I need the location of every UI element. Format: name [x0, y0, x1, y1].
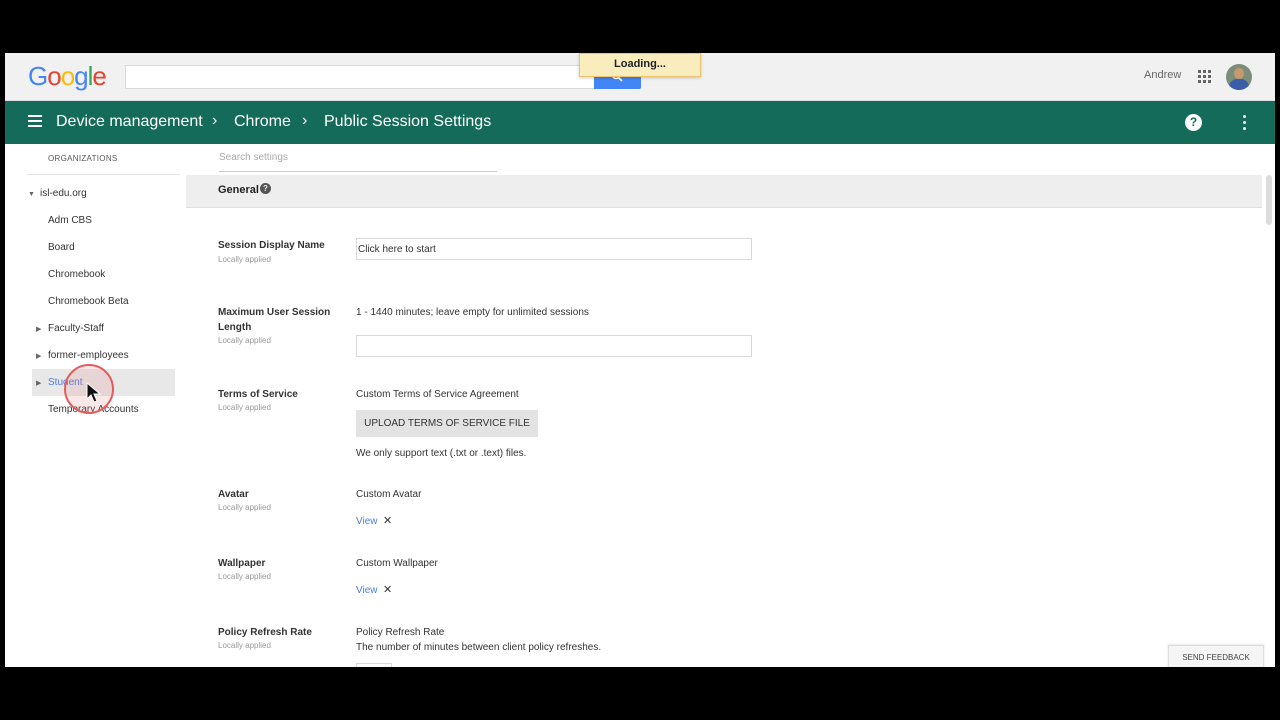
breadcrumb-device-management[interactable]: Device management [56, 113, 203, 131]
logo-letter: e [92, 61, 107, 91]
apps-grid-icon[interactable] [1198, 70, 1212, 84]
chevron-right-icon: › [212, 112, 218, 129]
max-session-hint: 1 - 1440 minutes; leave empty for unlimi… [356, 307, 589, 318]
logo-letter: o [60, 61, 76, 91]
breadcrumb-current-page: Public Session Settings [324, 113, 492, 130]
wallpaper-view-link[interactable]: View [356, 585, 378, 596]
expand-arrow-icon[interactable]: ▶ [36, 379, 41, 387]
expand-arrow-icon[interactable]: ▶ [36, 325, 41, 333]
setting-status: Locally applied [218, 255, 271, 264]
refresh-heading: Policy Refresh Rate [356, 627, 445, 638]
wallpaper-heading: Custom Wallpaper [356, 558, 438, 569]
logo-letter: o [47, 61, 62, 91]
mouse-cursor-icon [86, 382, 102, 403]
org-item-chromebook[interactable]: Chromebook [48, 269, 105, 280]
upload-terms-button[interactable]: UPLOAD TERMS OF SERVICE FILE [356, 410, 538, 437]
setting-status: Locally applied [218, 503, 271, 512]
search-input[interactable] [125, 65, 595, 89]
logo-letter: G [28, 61, 48, 91]
general-section-header: General ? [186, 175, 1262, 208]
avatar-heading: Custom Avatar [356, 489, 422, 500]
logo-letter: g [74, 61, 89, 91]
org-item-board[interactable]: Board [48, 242, 75, 253]
app-header: Device management › Chrome › Public Sess… [5, 101, 1275, 144]
chevron-right-icon: › [302, 112, 308, 129]
refresh-description: The number of minutes between client pol… [356, 642, 602, 653]
setting-label-refresh: Policy Refresh Rate [218, 627, 312, 638]
setting-label-wallpaper: Wallpaper [218, 558, 266, 569]
help-icon[interactable]: ? [260, 183, 271, 194]
setting-status: Locally applied [218, 572, 271, 581]
setting-status: Locally applied [218, 641, 271, 650]
expand-arrow-icon[interactable]: ▼ [28, 191, 35, 198]
organizations-heading: ORGANIZATIONS [48, 154, 118, 163]
setting-status: Locally applied [218, 403, 271, 412]
max-session-field[interactable] [356, 335, 752, 357]
settings-search-input[interactable]: Search settings [219, 151, 497, 172]
more-vert-icon[interactable] [1242, 115, 1246, 131]
browser-page: Google Loading... Andrew Device manageme… [5, 53, 1275, 667]
avatar-view-link[interactable]: View [356, 516, 378, 527]
google-logo[interactable]: Google [28, 61, 107, 92]
terms-heading: Custom Terms of Service Agreement [356, 389, 519, 400]
divider [27, 174, 180, 175]
loading-notice: Loading... [579, 53, 701, 77]
section-title: General [218, 184, 259, 196]
menu-icon[interactable] [28, 115, 42, 127]
scrollbar[interactable] [1266, 175, 1272, 225]
google-bar: Google Loading... Andrew [5, 53, 1275, 101]
display-name-field[interactable]: Click here to start [356, 238, 752, 260]
org-item-isl-edu[interactable]: isl-edu.org [40, 188, 87, 199]
org-item-chromebook-beta[interactable]: Chromebook Beta [48, 296, 129, 307]
setting-label-max-session: Maximum User Session Length [218, 307, 331, 333]
refresh-field[interactable] [356, 663, 392, 667]
help-icon[interactable]: ? [1185, 114, 1202, 131]
avatar[interactable] [1226, 64, 1252, 90]
expand-arrow-icon[interactable]: ▶ [36, 352, 41, 360]
close-icon[interactable]: ✕ [383, 514, 392, 527]
setting-label-avatar: Avatar [218, 489, 249, 500]
user-name[interactable]: Andrew [1144, 69, 1181, 81]
org-item-faculty-staff[interactable]: Faculty-Staff [48, 323, 104, 334]
setting-label-terms: Terms of Service [218, 389, 298, 400]
setting-label-display-name: Session Display Name [218, 240, 325, 251]
org-item-adm-cbs[interactable]: Adm CBS [48, 215, 92, 226]
org-item-former-employees[interactable]: former-employees [48, 350, 129, 361]
setting-status: Locally applied [218, 336, 271, 345]
breadcrumb-chrome[interactable]: Chrome [234, 113, 291, 131]
send-feedback-button[interactable]: SEND FEEDBACK [1168, 645, 1264, 667]
terms-note: We only support text (.txt or .text) fil… [356, 448, 527, 459]
close-icon[interactable]: ✕ [383, 583, 392, 596]
